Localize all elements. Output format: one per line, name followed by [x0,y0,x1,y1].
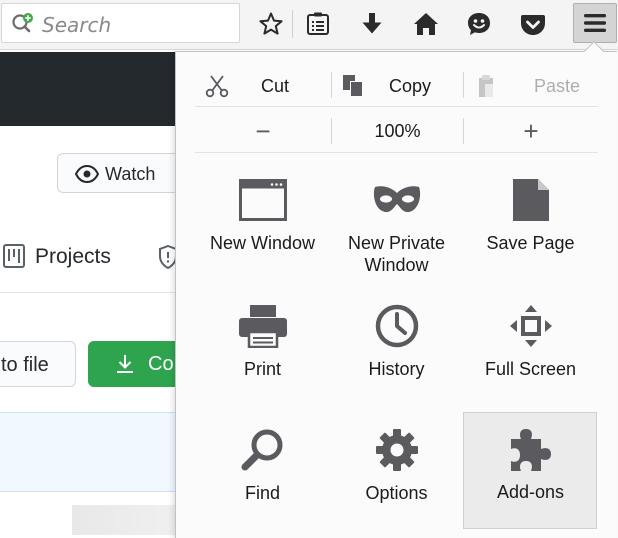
private-mask-icon [373,186,420,213]
copy-button[interactable]: Copy [332,66,463,106]
add-ons-item[interactable]: Add-ons [463,412,597,529]
watch-label: Watch [105,164,156,184]
home-icon [414,13,438,35]
copy-label: Copy [389,75,432,96]
pocket-icon [521,15,545,35]
watch-button[interactable]: Watch [57,153,187,193]
find-label: Find [244,483,280,503]
eye-icon [75,164,99,184]
menu-separator [195,152,598,153]
print-label: Print [243,359,281,379]
new-window-icon [238,179,287,221]
cut-button[interactable]: Cut [195,66,331,106]
reading-list-button[interactable] [298,4,338,44]
full-screen-icon [509,305,552,347]
home-button[interactable] [406,4,446,44]
emoji-icon [468,13,490,35]
paste-button[interactable]: Paste [464,66,598,106]
search-placeholder: Search [42,13,112,37]
new-private-window-item[interactable]: New Private Window [330,164,463,282]
new-window-label: New Window [209,233,316,253]
code-label: Co [148,353,174,375]
new-private-window-label: New Private Window [347,233,446,275]
full-screen-label: Full Screen [484,359,577,379]
browser-toolbar: Search [0,0,618,50]
zoom-reset-button[interactable]: 100% [332,113,463,149]
page-header-bar [0,52,200,126]
paste-label: Paste [534,75,581,96]
puzzle-icon [510,429,551,471]
add-ons-label: Add-ons [496,482,565,502]
cut-label: Cut [261,75,290,96]
magnifier-icon [241,429,282,471]
save-page-icon [512,179,549,221]
search-input[interactable]: Search [1,3,240,43]
project-board-icon [3,244,25,268]
save-page-item[interactable]: Save Page [464,164,597,282]
info-banner [0,412,200,492]
zoom-out-button[interactable]: − [195,113,331,149]
projects-label: Projects [35,245,111,268]
scissors-icon [205,75,229,98]
full-screen-item[interactable]: Full Screen [464,290,597,408]
printer-icon [238,305,287,348]
search-icon [12,13,33,33]
find-item[interactable]: Find [196,414,329,532]
options-item[interactable]: Options [330,414,463,532]
downloads-icon [362,13,382,34]
page-divider [0,292,200,293]
bookmark-star-icon [259,12,283,35]
menu-separator [195,106,598,107]
download-icon [117,355,133,373]
reading-list-icon [307,12,329,35]
print-item[interactable]: Print [196,290,329,408]
go-to-file-label: to file [1,354,49,376]
save-page-label: Save Page [486,233,575,253]
paste-clipboard-icon [479,75,493,97]
options-label: Options [365,483,428,503]
history-item[interactable]: History [330,290,463,408]
bookmark-star-button[interactable] [251,4,291,44]
pocket-button[interactable] [513,4,553,44]
toolbar-separator [292,10,293,38]
emoji-button[interactable] [459,4,499,44]
go-to-file-button[interactable]: to file [0,341,76,387]
hamburger-menu-icon [584,14,606,32]
copy-icon [343,75,363,97]
gear-icon [375,429,418,471]
history-label: History [368,359,425,379]
zoom-in-button[interactable]: + [464,113,598,149]
history-clock-icon [375,304,418,348]
open-menu-button[interactable] [573,3,617,43]
downloads-button[interactable] [352,4,392,44]
new-window-item[interactable]: New Window [196,164,329,282]
